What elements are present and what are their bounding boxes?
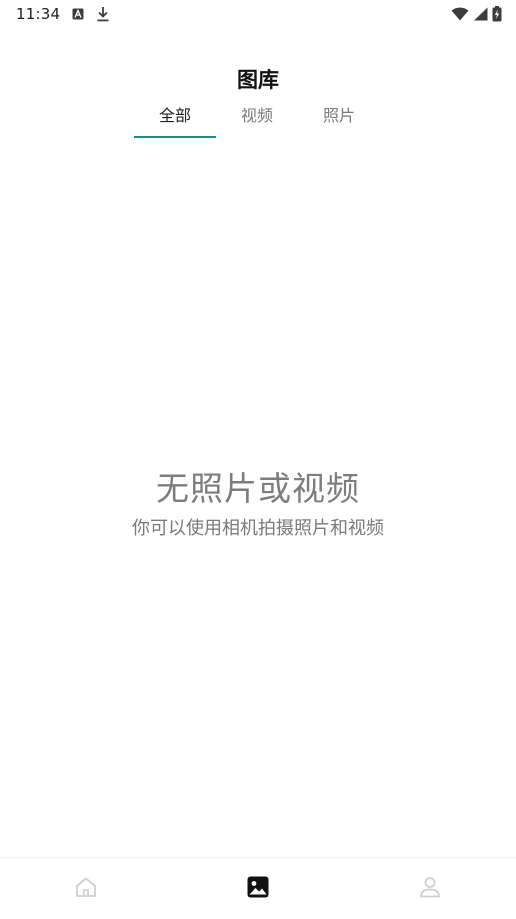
- wifi-icon: [451, 7, 469, 21]
- gallery-screen: 11:34 图库 全部 视频 照片 无照片或视频 你可以使用相机拍摄照片和视频: [0, 0, 516, 919]
- battery-charging-icon: [492, 6, 502, 22]
- page-title: 图库: [237, 68, 279, 92]
- tab-all-label: 全部: [158, 106, 191, 125]
- tab-videos[interactable]: 视频: [216, 100, 298, 140]
- bottom-navigation: [0, 857, 516, 919]
- tab-photos[interactable]: 照片: [298, 100, 380, 140]
- status-right: [451, 6, 502, 22]
- tab-videos-label: 视频: [240, 106, 273, 125]
- nav-profile[interactable]: [344, 858, 516, 919]
- gallery-icon: [246, 875, 270, 903]
- empty-state-title: 无照片或视频: [156, 469, 360, 508]
- home-icon: [74, 875, 98, 903]
- status-bar: 11:34: [0, 0, 516, 28]
- nav-home[interactable]: [0, 858, 172, 919]
- active-tab-indicator: [134, 136, 216, 138]
- status-time: 11:34: [16, 5, 61, 23]
- gallery-tabs: 全部 视频 照片: [134, 100, 380, 140]
- nav-gallery[interactable]: [172, 858, 344, 919]
- status-left: 11:34: [16, 5, 110, 23]
- text-notification-icon: [72, 8, 84, 20]
- empty-state-description: 你可以使用相机拍摄照片和视频: [132, 518, 384, 539]
- download-icon: [96, 6, 110, 22]
- cellular-signal-icon: [473, 7, 488, 21]
- tab-photos-label: 照片: [322, 106, 355, 125]
- tab-all[interactable]: 全部: [134, 100, 216, 140]
- profile-icon: [418, 875, 442, 903]
